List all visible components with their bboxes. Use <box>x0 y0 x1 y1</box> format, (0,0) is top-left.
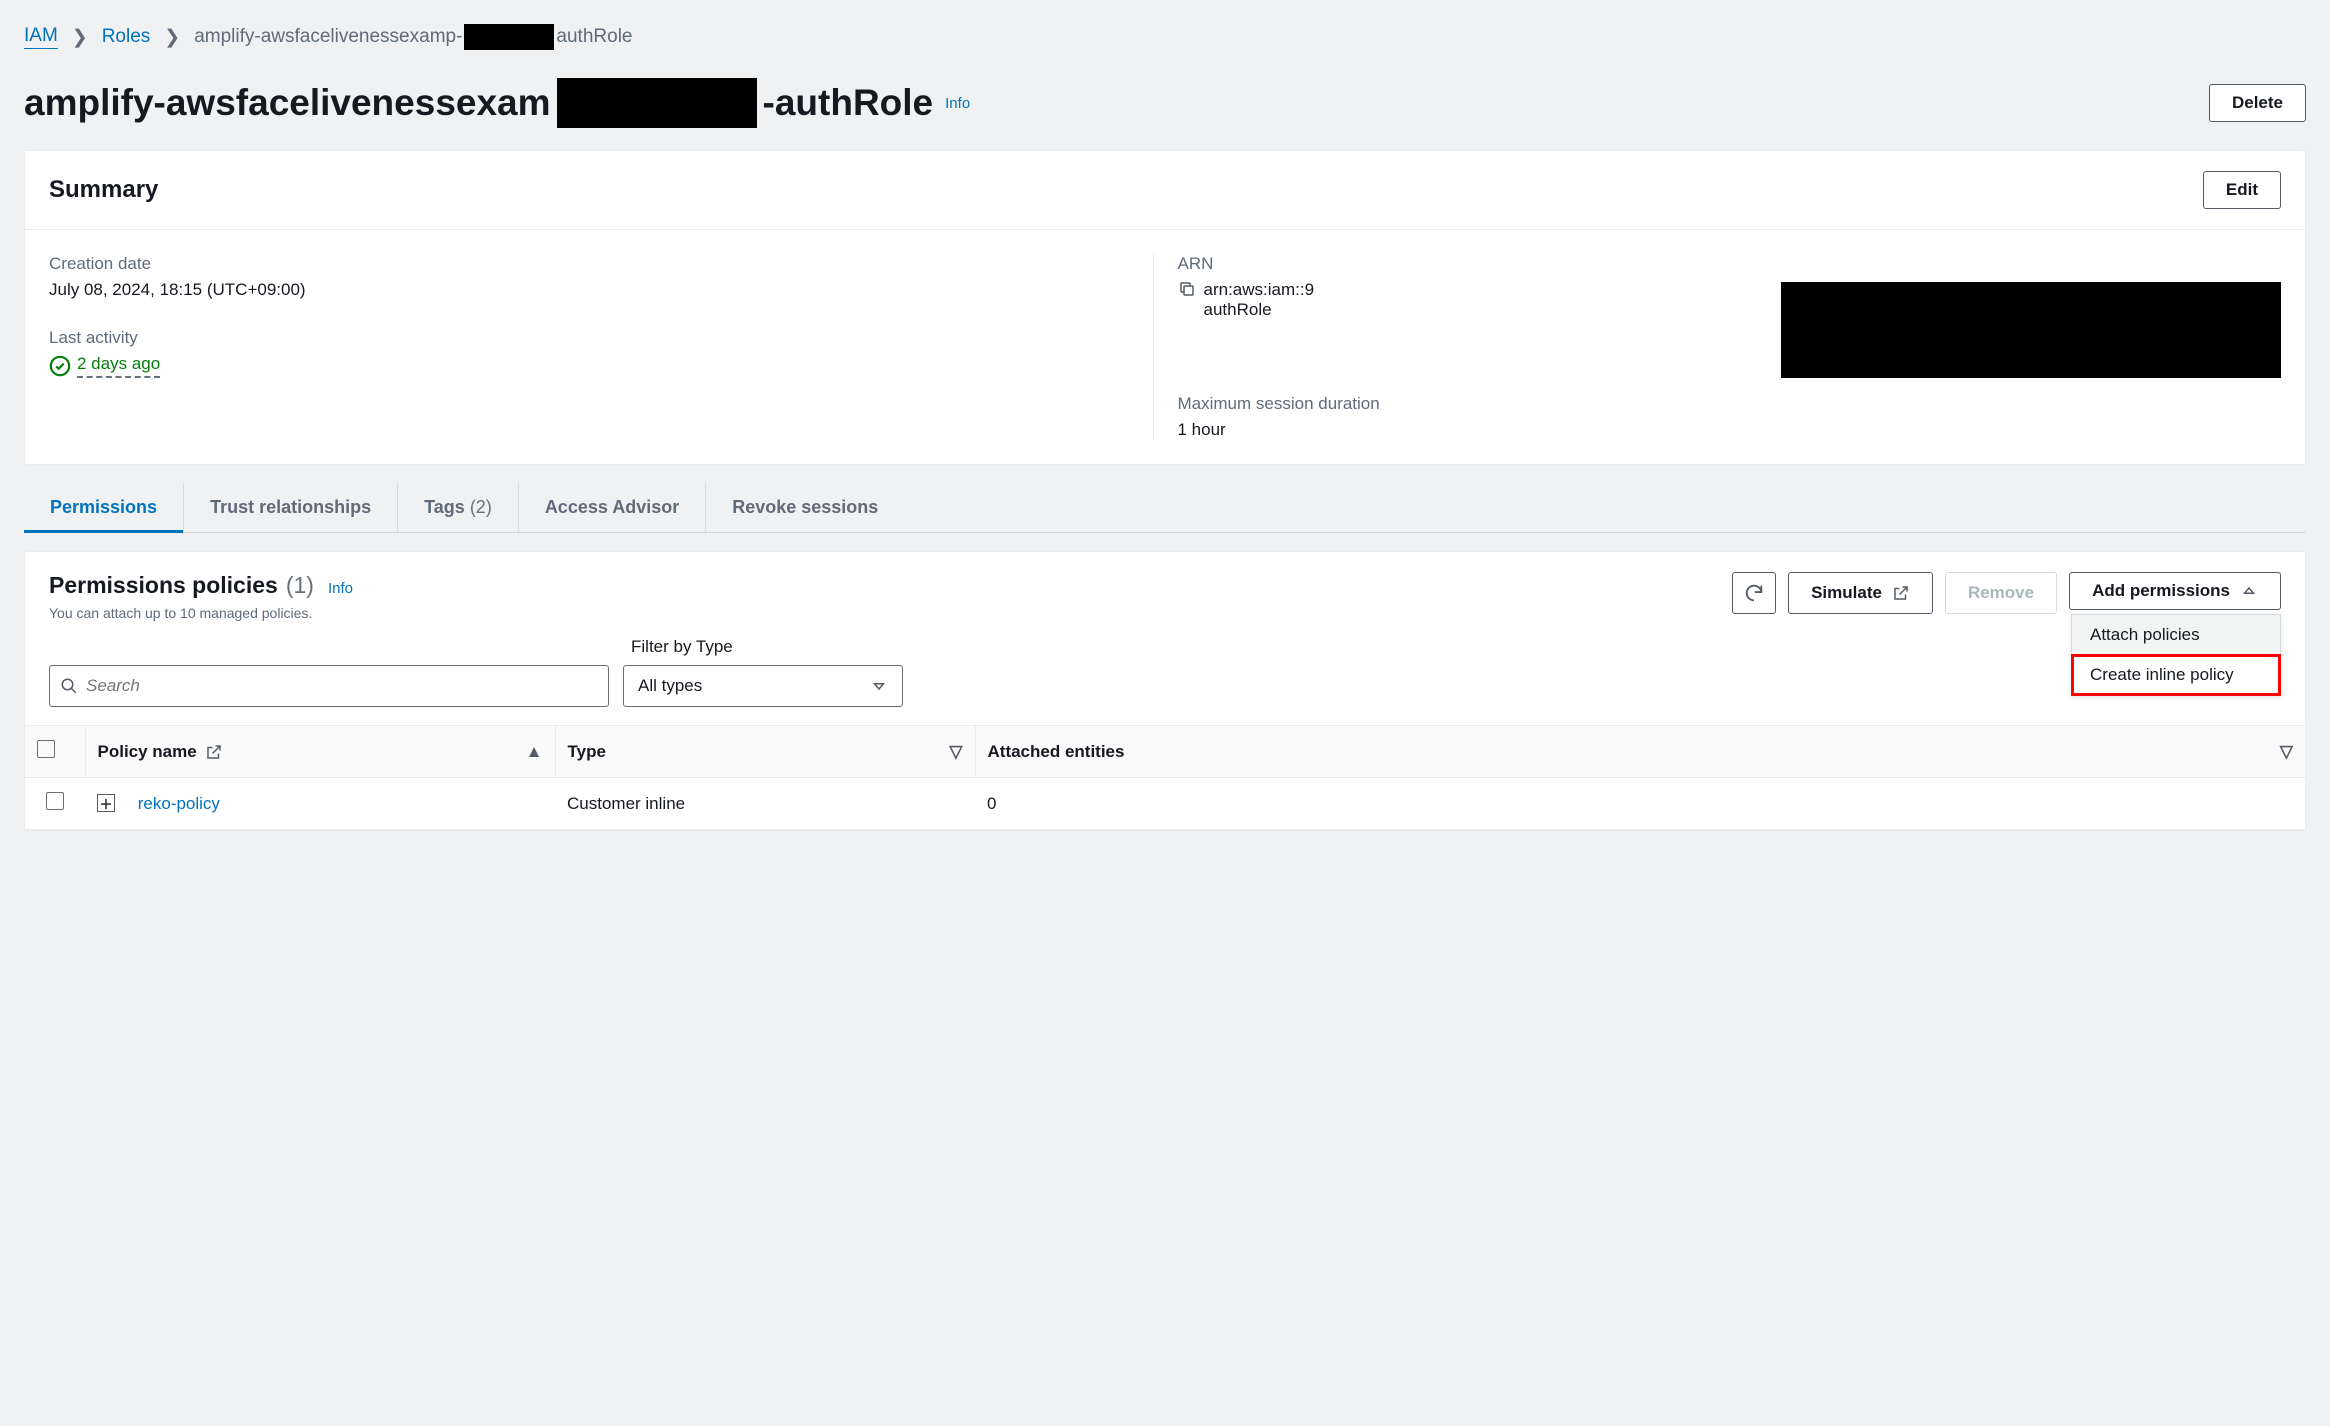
redacted-block <box>464 24 554 50</box>
caret-up-icon <box>2240 582 2258 600</box>
policies-panel: Permissions policies (1) Info You can at… <box>24 551 2306 831</box>
creation-date-value: July 08, 2024, 18:15 (UTC+09:00) <box>49 280 1129 300</box>
tab-access-advisor[interactable]: Access Advisor <box>518 483 705 532</box>
policies-title: Permissions policies <box>49 572 278 599</box>
col-entities[interactable]: Attached entities ▽ <box>975 726 2305 778</box>
tabs: Permissions Trust relationships Tags (2)… <box>24 483 2306 533</box>
row-checkbox[interactable] <box>46 792 64 810</box>
policies-table: Policy name ▲ Type ▽ Attached entities ▽… <box>25 725 2305 830</box>
creation-date-label: Creation date <box>49 254 1129 274</box>
summary-panel: Summary Edit Creation date July 08, 2024… <box>24 150 2306 465</box>
select-all-checkbox[interactable] <box>37 740 55 758</box>
policy-link[interactable]: reko-policy <box>138 794 220 813</box>
search-input[interactable] <box>86 676 598 696</box>
sort-icon: ▽ <box>949 742 962 762</box>
refresh-icon <box>1743 582 1765 604</box>
copy-icon[interactable] <box>1178 280 1196 298</box>
info-link[interactable]: Info <box>328 580 353 597</box>
add-permissions-menu: Attach policies Create inline policy <box>2071 614 2281 696</box>
policies-count: (1) <box>286 572 314 599</box>
breadcrumb-current: amplify-awsfacelivenessexamp-authRole <box>194 24 632 50</box>
external-link-icon <box>205 743 223 761</box>
tab-revoke[interactable]: Revoke sessions <box>705 483 904 532</box>
col-type[interactable]: Type ▽ <box>555 726 975 778</box>
breadcrumb-iam[interactable]: IAM <box>24 25 58 49</box>
menu-create-inline-policy[interactable]: Create inline policy <box>2072 655 2280 695</box>
policy-entities: 0 <box>975 778 2305 830</box>
info-link[interactable]: Info <box>945 95 970 112</box>
external-link-icon <box>1892 584 1910 602</box>
simulate-button[interactable]: Simulate <box>1788 572 1933 614</box>
search-icon <box>60 677 78 695</box>
max-session-value: 1 hour <box>1178 420 2258 440</box>
tab-tags[interactable]: Tags (2) <box>397 483 518 532</box>
filter-label: Filter by Type <box>631 637 2281 657</box>
check-circle-icon <box>49 355 71 377</box>
filter-type-select[interactable]: All types <box>623 665 903 707</box>
breadcrumb-roles[interactable]: Roles <box>102 26 151 48</box>
remove-button[interactable]: Remove <box>1945 572 2057 614</box>
arn-label: ARN <box>1178 254 2258 274</box>
table-row: ＋ reko-policy Customer inline 0 <box>25 778 2305 830</box>
delete-button[interactable]: Delete <box>2209 84 2306 122</box>
last-activity-label: Last activity <box>49 328 1129 348</box>
refresh-button[interactable] <box>1732 572 1776 614</box>
redacted-block <box>557 78 757 128</box>
policies-subtitle: You can attach up to 10 managed policies… <box>49 605 353 621</box>
summary-title: Summary <box>49 176 158 204</box>
max-session-label: Maximum session duration <box>1178 394 2258 414</box>
policy-type: Customer inline <box>555 778 975 830</box>
col-policy-name[interactable]: Policy name ▲ <box>85 726 555 778</box>
redacted-block <box>1781 282 2281 378</box>
search-input-wrapper[interactable] <box>49 665 609 707</box>
tab-permissions[interactable]: Permissions <box>24 483 183 532</box>
tab-trust[interactable]: Trust relationships <box>183 483 397 532</box>
chevron-right-icon: ❯ <box>164 26 180 49</box>
add-permissions-button[interactable]: Add permissions <box>2069 572 2281 610</box>
chevron-right-icon: ❯ <box>72 26 88 49</box>
caret-down-icon <box>870 677 888 695</box>
edit-button[interactable]: Edit <box>2203 171 2281 209</box>
menu-attach-policies[interactable]: Attach policies <box>2072 615 2280 655</box>
expand-icon[interactable]: ＋ <box>97 794 115 812</box>
sort-asc-icon: ▲ <box>526 742 543 762</box>
sort-icon: ▽ <box>2280 742 2293 762</box>
breadcrumb: IAM ❯ Roles ❯ amplify-awsfacelivenessexa… <box>24 0 2306 60</box>
last-activity-value: 2 days ago <box>49 354 1129 378</box>
page-title: amplify-awsfacelivenessexam-authRole Inf… <box>24 78 970 128</box>
